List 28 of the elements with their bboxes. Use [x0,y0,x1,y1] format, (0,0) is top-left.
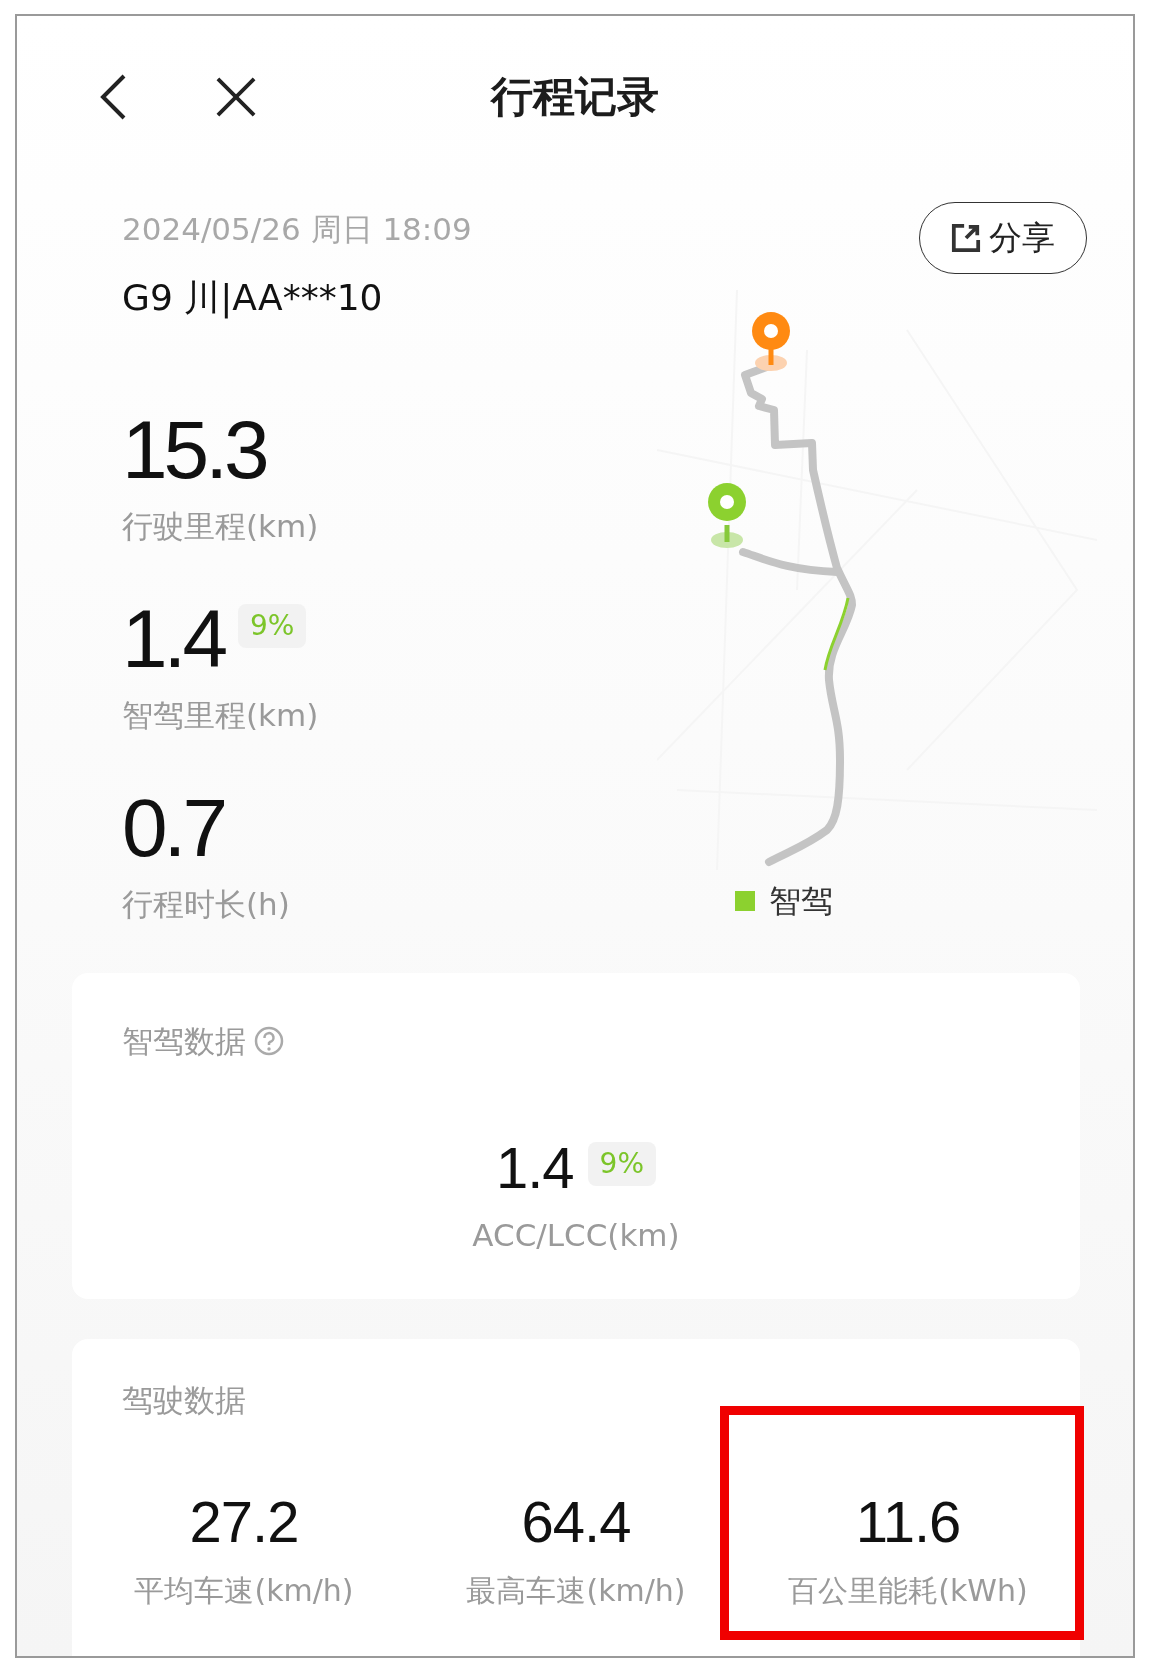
stat-value: 0.7 [122,783,224,873]
stat-label: 行驶里程(km) [122,507,319,546]
stat-label: 百公里能耗(kWh) [788,1572,1028,1610]
stat-value: 11.6 [855,1490,961,1554]
stat-value: 27.2 [189,1490,299,1554]
stat-value: 64.4 [521,1490,631,1554]
stat-label: ACC/LCC(km) [472,1216,680,1255]
back-icon[interactable] [100,74,126,120]
share-icon [951,223,981,253]
share-button[interactable]: 分享 [919,202,1087,274]
close-icon[interactable] [216,77,256,117]
card-title: 驾驶数据 [122,1381,246,1420]
stat-label: 平均车速(km/h) [134,1572,354,1610]
stat-label: 行程时长(h) [122,885,290,924]
end-pin-icon [752,312,790,371]
percent-badge: 9% [238,604,307,648]
legend-label: 智驾 [769,881,833,922]
card-title: 智驾数据 [122,1022,246,1061]
percent-badge: 9% [587,1142,657,1186]
stat-value: 15.3 [122,405,266,495]
stat-value: 1.4 [495,1136,574,1200]
trip-datetime: 2024/05/26 周日 18:09 [122,210,472,249]
page-title: 行程记录 [489,71,660,123]
start-pin-icon [708,483,746,548]
stat-label: 最高车速(km/h) [466,1572,686,1610]
stat-value: 1.4 [122,594,224,684]
stat-label: 智驾里程(km) [122,696,319,735]
vehicle-plate: G9 川|AA***10 [122,276,383,321]
